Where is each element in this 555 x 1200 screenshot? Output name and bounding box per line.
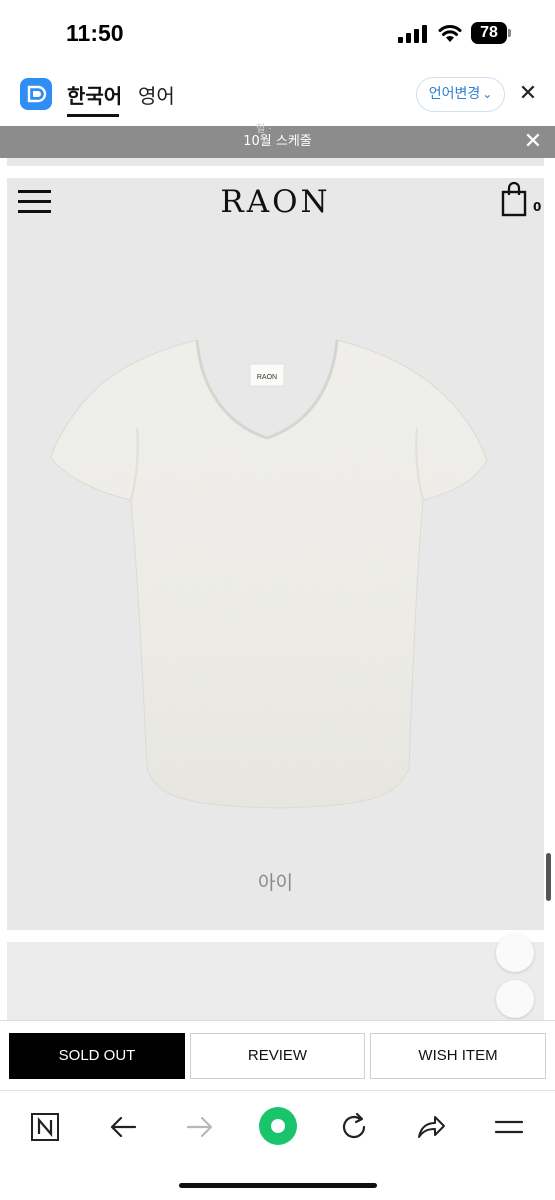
schedule-banner[interactable]: 헐 · 10월 스케줄 ✕ — [0, 124, 555, 158]
change-language-button[interactable]: 언어변경 ⌄ — [416, 77, 505, 112]
product-card[interactable]: RAON 0 RAON 아이 — [7, 178, 544, 930]
banner-text: 10월 스케줄 — [243, 134, 312, 149]
back-arrow-icon[interactable] — [105, 1109, 141, 1145]
chevron-down-icon: ⌄ — [482, 87, 493, 101]
menu-icon[interactable] — [491, 1109, 527, 1145]
wish-item-button[interactable]: WISH ITEM — [370, 1033, 546, 1079]
review-button[interactable]: REVIEW — [190, 1033, 365, 1079]
next-product-card[interactable] — [7, 942, 544, 1022]
product-image[interactable]: RAON — [47, 328, 487, 828]
brand-logo[interactable]: RAON — [7, 184, 544, 220]
scroll-top-button[interactable] — [496, 934, 534, 972]
home-indicator[interactable] — [179, 1183, 377, 1188]
cellular-signal-icon — [398, 25, 427, 43]
sold-out-button[interactable]: SOLD OUT — [9, 1033, 185, 1079]
status-time: 11:50 — [66, 20, 124, 46]
forward-arrow-icon[interactable] — [182, 1109, 218, 1145]
product-action-bar: SOLD OUT REVIEW WISH ITEM — [0, 1020, 555, 1090]
cart-count: 0 — [533, 200, 542, 214]
battery-icon: 78 — [471, 22, 511, 44]
tab-english[interactable]: 영어 — [138, 80, 175, 109]
green-circle-icon[interactable] — [257, 1105, 299, 1147]
naver-n-icon[interactable] — [27, 1109, 63, 1145]
scrollbar[interactable] — [546, 853, 551, 901]
close-translation-button[interactable]: ✕ — [516, 80, 540, 108]
change-language-label: 언어변경 — [428, 86, 481, 102]
scroll-bottom-button[interactable] — [496, 980, 534, 1018]
translation-bar: 한국어 영어 언어변경 ⌄ ✕ — [0, 66, 555, 126]
content-gap — [0, 158, 555, 178]
share-icon[interactable] — [413, 1109, 449, 1145]
active-tab-underline — [67, 114, 119, 117]
refresh-icon[interactable] — [336, 1109, 372, 1145]
tab-korean[interactable]: 한국어 — [67, 80, 122, 109]
shopping-bag-icon[interactable] — [501, 181, 529, 217]
browser-toolbar — [0, 1090, 555, 1200]
battery-level: 78 — [471, 22, 507, 44]
wifi-icon — [438, 25, 462, 42]
garment-tag-text: RAON — [257, 374, 277, 381]
product-name[interactable]: 아이 — [7, 868, 544, 895]
translator-app-icon — [20, 78, 52, 110]
status-bar: 11:50 78 — [0, 0, 555, 66]
banner-close-icon[interactable]: ✕ — [522, 128, 544, 156]
